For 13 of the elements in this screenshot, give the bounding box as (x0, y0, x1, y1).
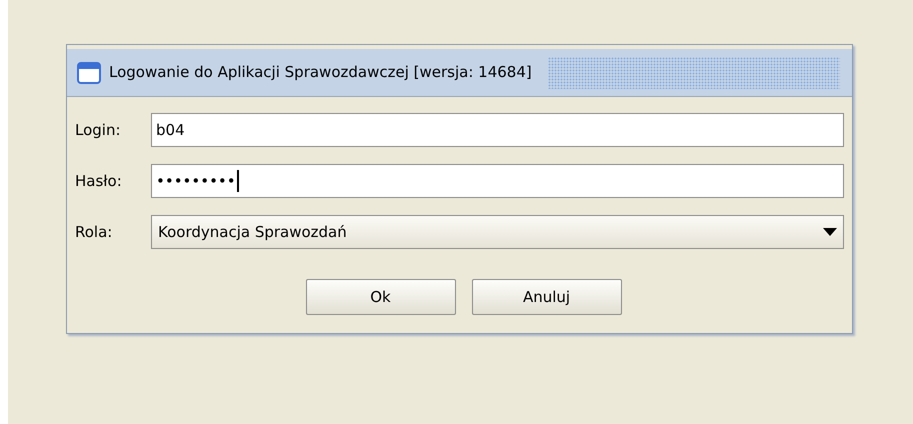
field-label: Login: (75, 120, 122, 141)
field-label: Rola: (75, 222, 114, 243)
field-label: Hasło: (75, 170, 123, 192)
role-dropdown[interactable]: Koordynacja Sprawozdań (151, 215, 844, 249)
password-field[interactable]: ••••••••• (151, 164, 844, 198)
field-value: b04 (156, 120, 185, 141)
login-field[interactable]: b04 (151, 113, 844, 147)
window-title: Logowanie do Aplikacji Sprawozdawczej [wersja: 14684] (109, 62, 532, 84)
window-icon (77, 62, 101, 84)
dialog-button[interactable]: Ok (306, 279, 456, 315)
caret-icon (823, 228, 837, 236)
dialog-button[interactable]: Anuluj (472, 279, 622, 315)
field-value: ••••••••• (156, 170, 239, 192)
